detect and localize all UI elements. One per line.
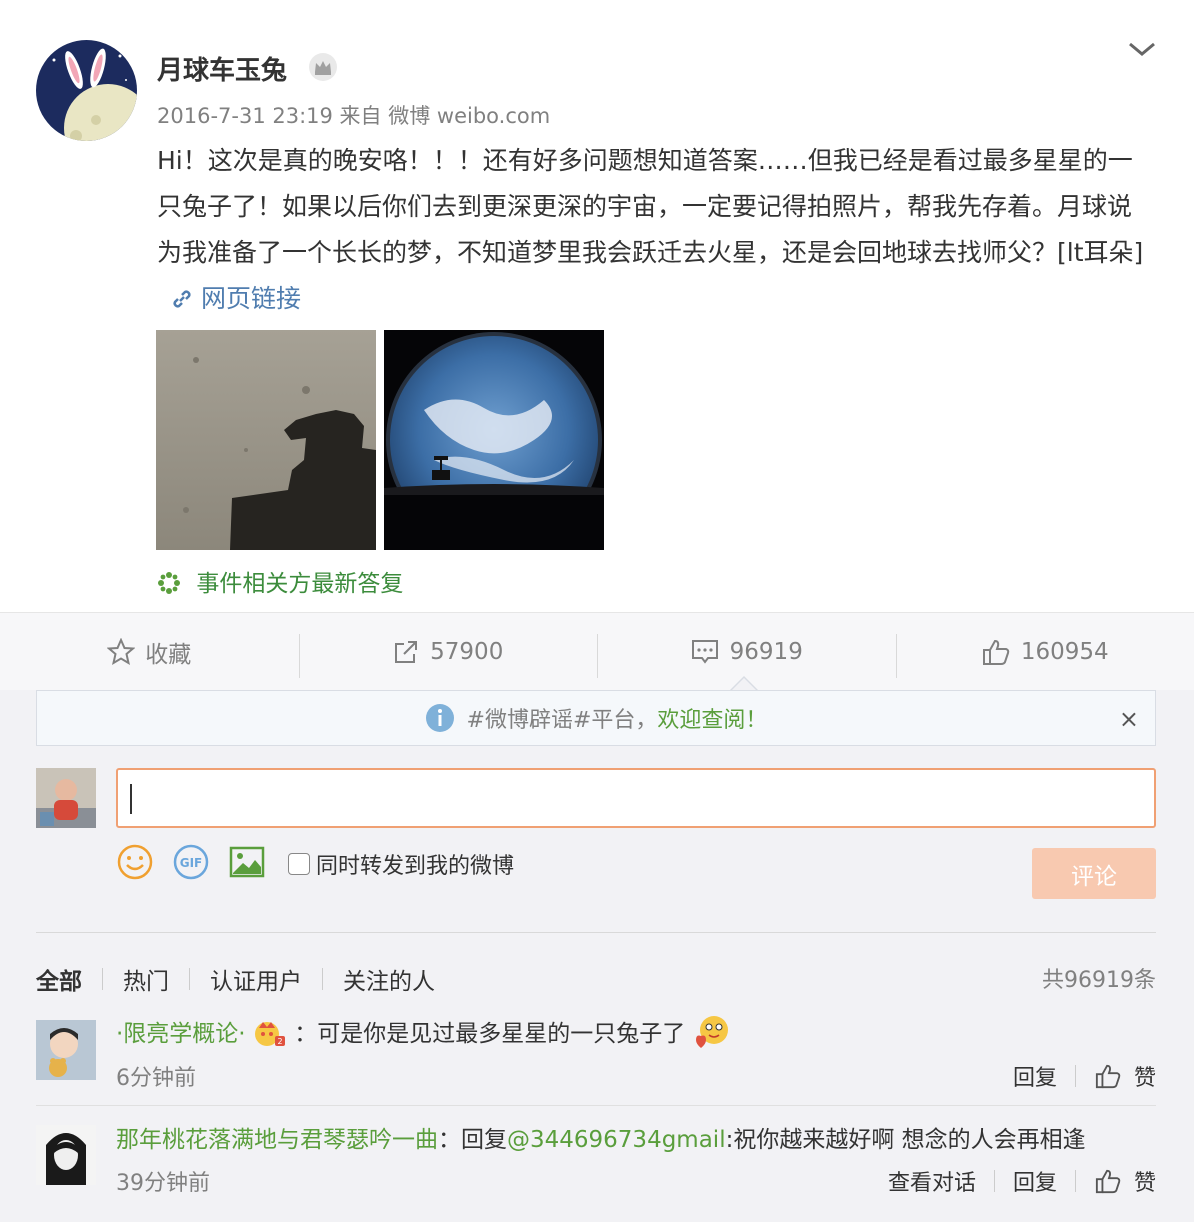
comment-icon [691,639,718,664]
emoji-icon[interactable] [116,843,154,885]
post-image-moon-shadow[interactable] [156,330,376,550]
comment-text: ：可是你是见过最多星星的一只兔子了 [294,1021,686,1047]
comment-username[interactable]: 那年桃花落满地与君琴瑟吟一曲 [116,1127,438,1153]
share-icon [395,640,418,663]
post-meta: 2016-7-31 23:19 来自 微博 weibo.com [157,104,551,128]
comment-tabs: 全部 热门 认证用户 关注的人 [36,962,435,996]
svg-text:GIF: GIF [180,856,203,870]
comment-username[interactable]: ·限亮学概论· [116,1021,246,1047]
comment-body: 那年桃花落满地与君琴瑟吟一曲：回复@344696734gmail:祝你越来越好啊… [116,1120,1086,1154]
flower-icon [158,572,180,594]
repost-button[interactable]: 57900 [298,633,598,678]
section-divider [36,932,1156,933]
image-icon[interactable] [228,843,266,885]
comment-text: :祝你越来越好啊 想念的人会再相逢 [725,1127,1086,1153]
thumbs-up-icon [982,639,1010,665]
like-count: 160954 [1020,638,1109,665]
commenter-avatar[interactable] [36,1020,96,1080]
commenter-avatar[interactable] [36,1125,96,1185]
notice-link[interactable]: 欢迎查阅！ [657,702,767,734]
text-caret [130,784,132,814]
author-avatar[interactable] [36,40,137,141]
web-link-label: 网页链接 [201,284,302,313]
mention-link[interactable]: @344696734gmail [507,1127,726,1153]
svg-text:2: 2 [277,1037,282,1046]
comment-like-button[interactable]: 赞 [1094,1060,1156,1092]
checkbox-box[interactable] [288,853,310,875]
thumbs-up-icon [1095,1169,1121,1194]
tab-separator [322,968,323,990]
tab-all[interactable]: 全部 [36,962,82,996]
link-icon [173,290,191,308]
compose-tools: GIF 同时转发到我的微博 [116,844,514,884]
comment-like-button[interactable]: 赞 [1094,1165,1156,1197]
close-icon[interactable]: × [1119,705,1139,733]
comment-divider [36,1105,1156,1106]
action-separator [993,1170,995,1192]
comment-pointer-inner [732,678,756,690]
view-conversation-button[interactable]: 查看对话 [888,1165,976,1197]
favorite-label: 收藏 [145,641,192,668]
reply-button[interactable]: 回复 [1013,1060,1057,1092]
chevron-down-icon[interactable] [1126,38,1158,60]
action-separator [1074,1065,1076,1087]
action-separator [1074,1170,1076,1192]
sync-repost-label: 同时转发到我的微博 [316,854,515,879]
rumor-notice: #微博辟谣#平台， 欢迎查阅！ × [36,690,1156,746]
love-face-emoji-icon [695,1016,728,1048]
tab-verified[interactable]: 认证用户 [210,962,302,996]
comment-item: ·限亮学概论· 2 ：可是你是见过最多星星的一只兔子了 6分钟前 回复 赞 [0,1010,1194,1104]
gif-icon[interactable]: GIF [172,843,210,885]
post-body: Hi！这次是真的晚安咯！！！还有好多问题想知道答案……但我已经是看过最多星星的一… [157,146,1144,267]
comment-actions: 回复 赞 [1013,1060,1156,1092]
crown-icon [308,52,338,82]
tab-hot[interactable]: 热门 [123,962,169,996]
comment-total: 共96919条 [1042,968,1156,993]
post-text: Hi！这次是真的晚安咯！！！还有好多问题想知道答案……但我已经是看过最多星星的一… [157,138,1147,322]
notice-text: #微博辟谣#平台， [466,708,658,733]
tab-separator [102,968,103,990]
comment-button[interactable]: 96919 [597,633,896,678]
comment-like-label: 赞 [1133,1171,1156,1196]
tab-separator [189,968,190,990]
action-bar: 收藏 57900 96919 160954 [0,612,1194,690]
vip-crown-icon: 2 [254,1022,285,1046]
submit-comment-button[interactable]: 评论 [1032,848,1156,899]
web-link[interactable]: 网页链接 [171,284,301,313]
repost-count: 57900 [430,638,504,665]
author-name[interactable]: 月球车玉兔 [157,50,287,87]
comment-time: 39分钟前 [116,1171,210,1196]
comment-actions: 查看对话 回复 赞 [888,1165,1156,1197]
sync-repost-checkbox[interactable]: 同时转发到我的微博 [288,848,514,880]
event-reply[interactable]: 事件相关方最新答复 [157,564,403,598]
comment-body: ·限亮学概论· 2 ：可是你是见过最多星星的一只兔子了 [116,1014,731,1050]
event-reply-label: 事件相关方最新答复 [196,571,404,597]
comment-like-label: 赞 [1133,1066,1156,1091]
comment-reply-prefix: ：回复 [438,1127,507,1153]
comment-time: 6分钟前 [116,1066,196,1091]
post-image-earth[interactable] [384,330,604,550]
star-icon [107,637,136,665]
comment-input[interactable] [116,768,1156,828]
like-button[interactable]: 160954 [895,633,1194,678]
reply-button[interactable]: 回复 [1013,1165,1057,1197]
thumbs-up-icon [1095,1064,1121,1089]
comment-item: 那年桃花落满地与君琴瑟吟一曲：回复@344696734gmail:祝你越来越好啊… [0,1105,1194,1222]
post-card: 月球车玉兔 2016-7-31 23:19 来自 微博 weibo.com Hi… [0,0,1194,612]
comment-count: 96919 [729,638,803,665]
my-avatar[interactable] [36,768,96,828]
tab-following[interactable]: 关注的人 [343,962,435,996]
favorite-button[interactable]: 收藏 [0,635,299,669]
info-icon [425,704,454,732]
